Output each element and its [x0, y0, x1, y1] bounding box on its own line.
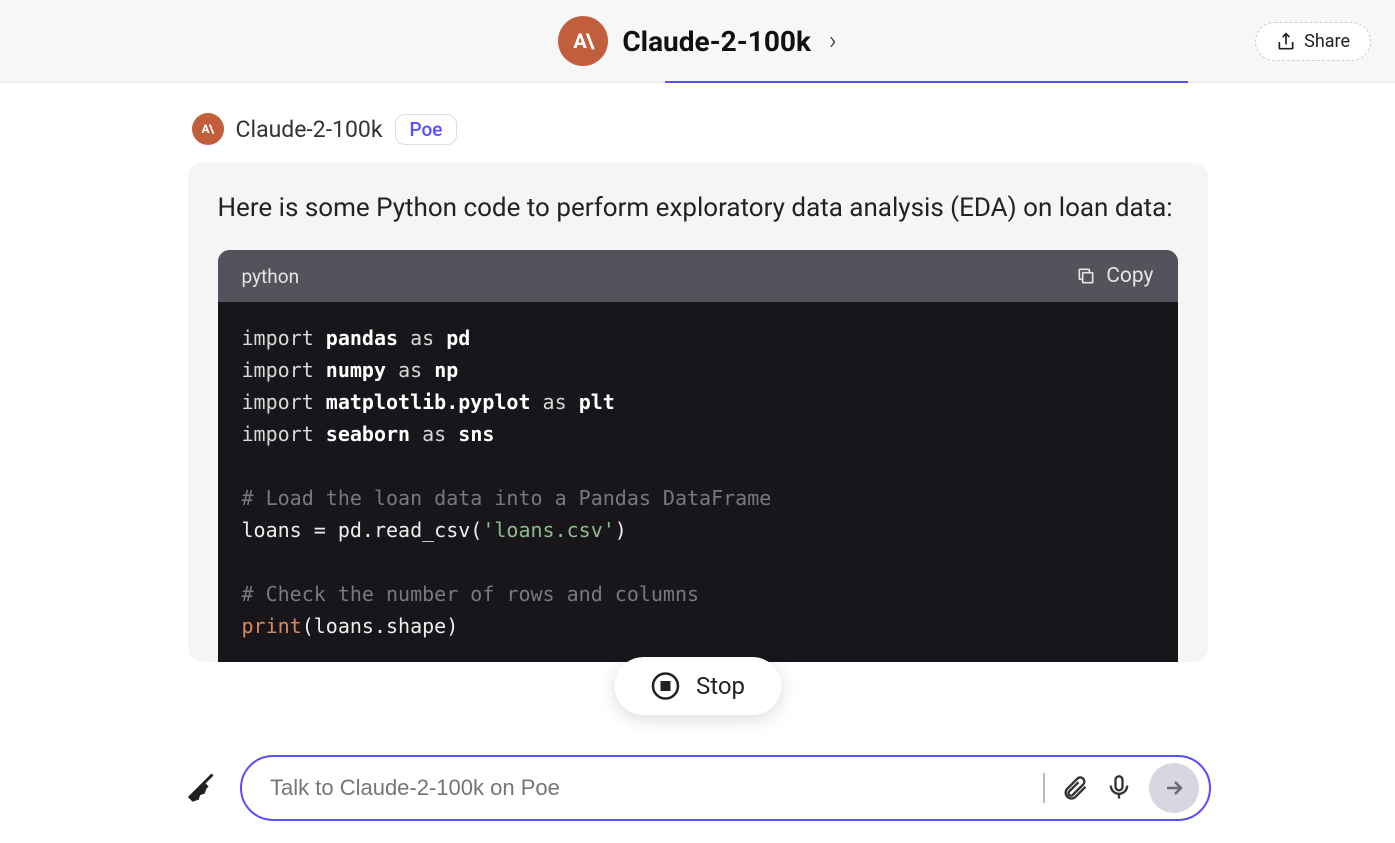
bot-name-label: Claude-2-100k [236, 116, 383, 143]
send-button[interactable] [1149, 763, 1199, 813]
bot-avatar-large: A\ [558, 16, 608, 66]
chevron-right-icon: › [829, 26, 837, 56]
message-intro-text: Here is some Python code to perform expl… [218, 189, 1178, 228]
attachment-icon[interactable] [1061, 774, 1089, 802]
arrow-right-icon [1162, 776, 1186, 800]
share-label: Share [1304, 31, 1350, 52]
code-block: python Copy import pandas as pd import n… [218, 250, 1178, 662]
header-title-group[interactable]: A\ Claude-2-100k › [558, 16, 836, 66]
microphone-icon[interactable] [1105, 774, 1133, 802]
clear-icon[interactable] [184, 770, 220, 806]
code-body: import pandas as pd import numpy as np i… [218, 302, 1178, 662]
copy-button[interactable]: Copy [1076, 264, 1153, 288]
code-header: python Copy [218, 250, 1178, 302]
chat-content: A\ Claude-2-100k Poe Here is some Python… [188, 83, 1208, 662]
bot-identity-row: A\ Claude-2-100k Poe [188, 113, 1208, 145]
assistant-message: Here is some Python code to perform expl… [188, 163, 1208, 662]
code-language-label: python [242, 265, 300, 288]
copy-icon [1076, 266, 1096, 286]
share-icon [1276, 32, 1296, 52]
text-cursor [1043, 773, 1045, 803]
message-input-container[interactable] [240, 755, 1211, 821]
stop-label: Stop [696, 672, 745, 700]
poe-badge[interactable]: Poe [395, 114, 458, 145]
bot-avatar-small: A\ [192, 113, 224, 145]
app-header: A\ Claude-2-100k › Share [0, 0, 1395, 83]
bot-title: Claude-2-100k [622, 25, 811, 58]
input-bar [184, 755, 1211, 821]
message-input[interactable] [270, 775, 1027, 801]
copy-label: Copy [1106, 264, 1153, 288]
share-button[interactable]: Share [1255, 22, 1371, 61]
header-underline [665, 81, 1188, 83]
stop-button[interactable]: Stop [614, 657, 781, 715]
stop-icon [650, 671, 680, 701]
